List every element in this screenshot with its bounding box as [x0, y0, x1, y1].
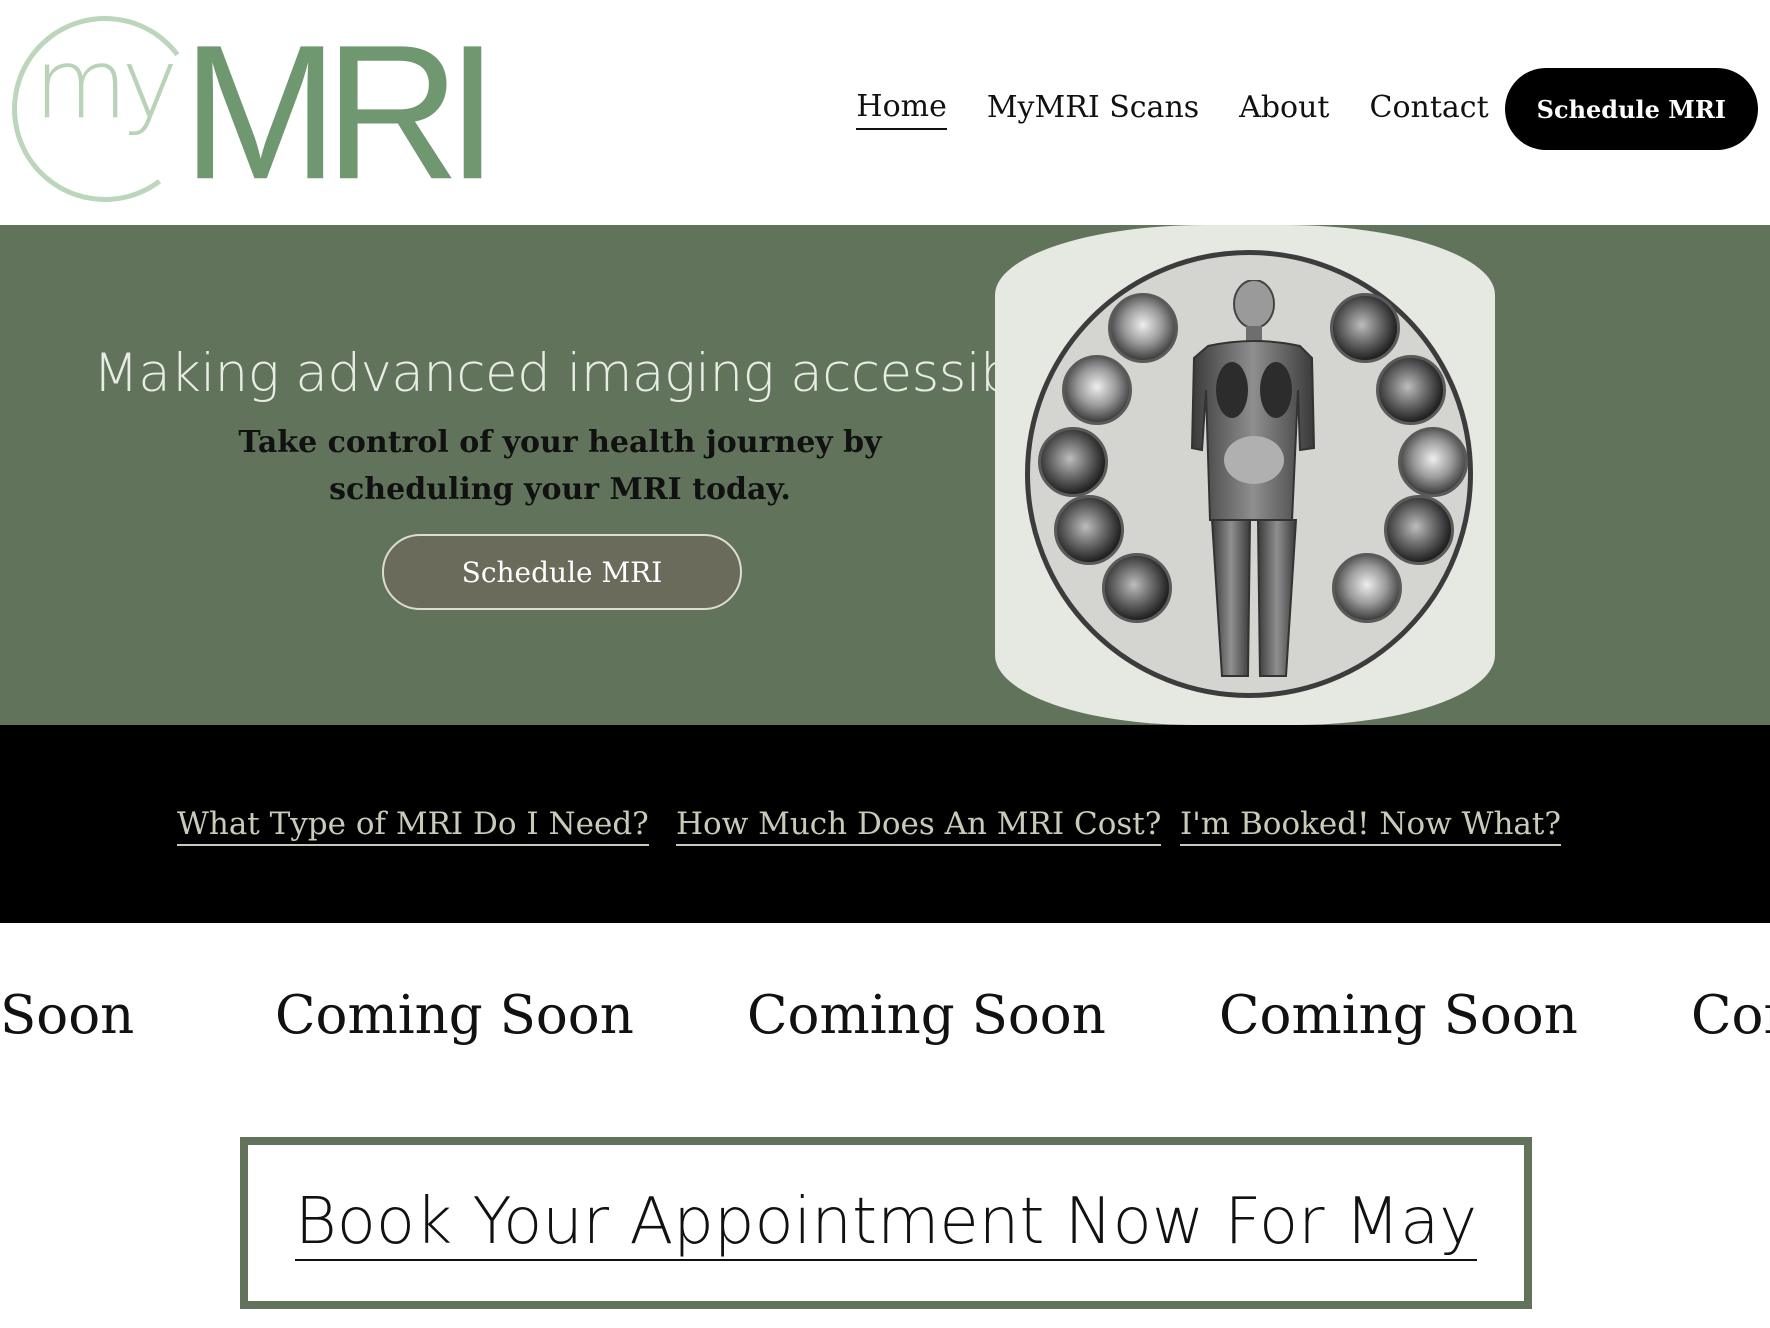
- mri-type-link[interactable]: What Type of MRI Do I Need?: [177, 806, 649, 846]
- mri-scan-collage: [995, 225, 1495, 725]
- chest-scan-thumb-icon: [1062, 355, 1132, 425]
- marquee-item: Coming Soon: [747, 985, 1106, 1046]
- marquee-item: Con: [1691, 985, 1770, 1046]
- nav-home[interactable]: Home: [856, 89, 947, 130]
- spine-scan-thumb-icon: [1332, 553, 1402, 623]
- logo-my-text: my: [34, 28, 178, 140]
- nav-mymri-scans[interactable]: MyMRI Scans: [987, 90, 1199, 129]
- marquee-item: Coming Soon: [1219, 985, 1578, 1046]
- abdomen-scan-thumb-icon: [1102, 553, 1172, 623]
- nav-contact[interactable]: Contact: [1369, 90, 1488, 129]
- spine-axial-scan-thumb-icon: [1384, 495, 1454, 565]
- book-appointment-label: Book Your Appointment Now For May: [294, 1185, 1478, 1261]
- main-nav: Home MyMRI Scans About Contact Schedule …: [856, 68, 1758, 150]
- head-scan-thumb-icon: [1054, 495, 1124, 565]
- hero-section: Making advanced imaging accessible Take …: [0, 225, 1770, 725]
- coming-soon-marquee: Soon Coming Soon Coming Soon Coming Soon…: [0, 985, 1770, 1065]
- mymri-logo[interactable]: my MRI: [0, 3, 499, 215]
- neck-scan-thumb-icon: [1398, 427, 1468, 497]
- header-schedule-mri-button[interactable]: Schedule MRI: [1504, 68, 1758, 150]
- hero-subtitle: Take control of your health journey by s…: [238, 425, 882, 507]
- heart-scan-thumb-icon: [1330, 293, 1400, 363]
- marquee-item: Coming Soon: [275, 985, 634, 1046]
- mri-cost-link[interactable]: How Much Does An MRI Cost?: [676, 806, 1162, 846]
- nav-about[interactable]: About: [1239, 90, 1329, 129]
- brain-scan-thumb-icon: [1108, 293, 1178, 363]
- full-body-scan-icon: [1190, 280, 1316, 677]
- marquee-item: Soon: [0, 985, 135, 1046]
- hero-schedule-mri-button[interactable]: Schedule MRI: [382, 534, 742, 610]
- scan-wheel: [1025, 250, 1473, 698]
- info-links-band: What Type of MRI Do I Need? How Much Doe…: [0, 725, 1770, 923]
- site-header: my MRI Home MyMRI Scans About Contact Sc…: [0, 0, 1770, 225]
- logo-mri-text: MRI: [182, 4, 499, 220]
- head-axial-scan-thumb-icon: [1376, 355, 1446, 425]
- booked-next-steps-link[interactable]: I'm Booked! Now What?: [1180, 806, 1561, 846]
- hero-title: Making advanced imaging accessible: [93, 343, 1060, 404]
- booking-callout: Book Your Appointment Now For May: [240, 1137, 1532, 1309]
- cardiac-scan-thumb-icon: [1038, 427, 1108, 497]
- book-appointment-link[interactable]: Book Your Appointment Now For May: [248, 1185, 1524, 1261]
